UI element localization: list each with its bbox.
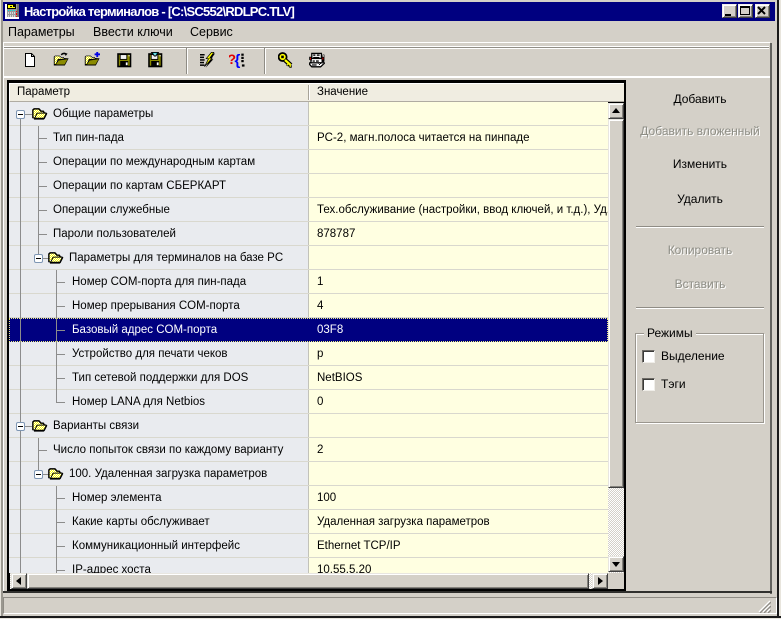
svg-text:{: { — [235, 52, 241, 68]
